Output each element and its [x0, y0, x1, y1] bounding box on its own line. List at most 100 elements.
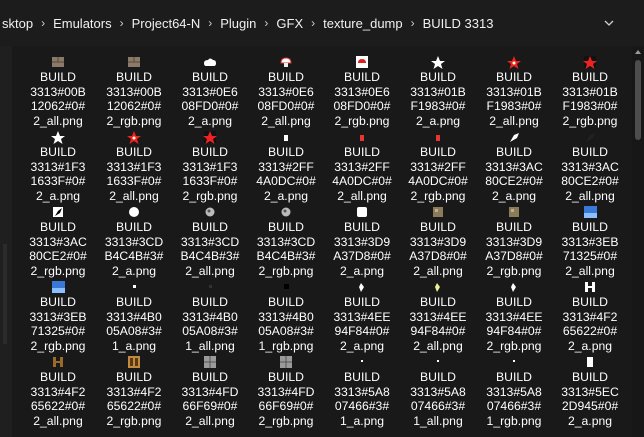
breadcrumb-item-gfx[interactable]: GFX: [274, 16, 305, 31]
file-name-line: 12062#0#: [106, 99, 162, 113]
file-item[interactable]: BUILD 3313#4F2 65622#0# 2_all.png: [20, 352, 96, 428]
chevron-right-icon[interactable]: ›: [35, 16, 51, 30]
breadcrumb-item-build[interactable]: BUILD 3313: [421, 16, 496, 31]
file-name-line: BUILD: [496, 295, 532, 309]
png-thumbnail-icon: [353, 355, 371, 369]
file-item[interactable]: BUILD 3313#3D9 A37D8#0# 2_rgb.png: [476, 202, 552, 278]
file-name-line: 3313#0E6: [334, 84, 390, 99]
chevron-right-icon[interactable]: ›: [405, 16, 421, 30]
file-name-line: 2_all.png: [565, 263, 615, 278]
file-item[interactable]: BUILD 3313#0E6 08FD0#0# 2_rgb.png: [324, 52, 400, 128]
file-name-line: 3313#5A8: [486, 384, 542, 399]
file-name-label: BUILD 3313#4F2 65622#0# 2_all.png: [20, 370, 96, 428]
file-name-line: 2_a.png: [187, 113, 233, 128]
file-item[interactable]: BUILD 3313#4EE 94F84#0# 2_a.png: [324, 277, 400, 353]
png-thumbnail-icon: [505, 355, 523, 369]
file-name-label: BUILD 3313#4B0 05A08#3# 1_a.png: [96, 295, 172, 353]
file-name-line: 3313#3D9: [409, 234, 467, 249]
file-name-line: BUILD: [40, 70, 76, 84]
address-bar[interactable]: sktop › Emulators › Project64-N › Plugin…: [0, 0, 644, 46]
file-name-line: BUILD: [116, 220, 152, 234]
png-thumbnail-icon: [201, 355, 219, 369]
vertical-scrollbar[interactable]: [632, 46, 644, 437]
file-item[interactable]: BUILD 3313#2FF 4A0DC#0# 2_all.png: [324, 127, 400, 203]
file-name-label: BUILD 3313#2FF 4A0DC#0# 2_rgb.png: [400, 145, 476, 203]
file-item[interactable]: BUILD 3313#1F3 1633F#0# 2_rgb.png: [172, 127, 248, 203]
file-item[interactable]: BUILD 3313#5A8 07466#3# 1_a.png: [324, 352, 400, 428]
file-name-line: F1983#0#: [410, 99, 466, 113]
file-name-line: 66F69#0#: [258, 399, 314, 413]
file-item[interactable]: BUILD 3313#2FF 4A0DC#0# 2_rgb.png: [400, 127, 476, 203]
file-name-line: 1633F#0#: [106, 174, 162, 188]
chevron-down-icon[interactable]: [604, 18, 614, 28]
file-name-line: 2_a.png: [491, 188, 537, 203]
scroll-up-arrow-icon[interactable]: [634, 48, 642, 56]
file-item[interactable]: BUILD 3313#4B0 05A08#3# 1_a.png: [96, 277, 172, 353]
file-item[interactable]: BUILD 3313#3AC 80CE2#0# 2_all.png: [552, 127, 628, 203]
file-name-label: BUILD 3313#5A8 07466#3# 1_a.png: [324, 370, 400, 428]
chevron-right-icon[interactable]: ›: [305, 16, 321, 30]
file-item[interactable]: BUILD 3313#4B0 05A08#3# 1_all.png: [172, 277, 248, 353]
file-item[interactable]: BUILD 3313#4FD 66F69#0# 2_all.png: [172, 352, 248, 428]
file-item[interactable]: BUILD 3313#4F2 65622#0# 2_rgb.png: [96, 352, 172, 428]
file-item[interactable]: BUILD 3313#3D9 A37D8#0# 2_all.png: [400, 202, 476, 278]
file-name-line: 3313#3EB: [29, 309, 87, 324]
file-name-line: F1983#0#: [562, 99, 618, 113]
file-item[interactable]: BUILD 3313#4EE 94F84#0# 2_all.png: [400, 277, 476, 353]
file-item[interactable]: BUILD 3313#00B 12062#0# 2_all.png: [20, 52, 96, 128]
file-item[interactable]: BUILD 3313#0E6 08FD0#0# 2_a.png: [172, 52, 248, 128]
breadcrumb-item-desktop[interactable]: sktop: [0, 16, 35, 31]
file-item[interactable]: BUILD 3313#4EE 94F84#0# 2_rgb.png: [476, 277, 552, 353]
file-item[interactable]: BUILD 3313#3EB 71325#0# 2_all.png: [552, 202, 628, 278]
file-item[interactable]: BUILD 3313#01B F1983#0# 2_rgb.png: [552, 52, 628, 128]
file-item[interactable]: BUILD 3313#3AC 80CE2#0# 2_rgb.png: [20, 202, 96, 278]
file-name-line: 3313#4EE: [485, 309, 543, 324]
file-name-label: BUILD 3313#5A8 07466#3# 1_rgb.png: [476, 370, 552, 428]
file-item[interactable]: BUILD 3313#3EB 71325#0# 2_rgb.png: [20, 277, 96, 353]
file-item[interactable]: BUILD 3313#2FF 4A0DC#0# 2_a.png: [248, 127, 324, 203]
file-name-line: 3313#00B: [106, 84, 162, 99]
file-item[interactable]: BUILD 3313#5A8 07466#3# 1_all.png: [400, 352, 476, 428]
png-thumbnail-icon: [353, 205, 371, 219]
file-item[interactable]: BUILD 3313#3CD B4C4B#3# 2_a.png: [96, 202, 172, 278]
chevron-right-icon[interactable]: ›: [114, 16, 130, 30]
file-item[interactable]: BUILD 3313#1F3 1633F#0# 2_a.png: [20, 127, 96, 203]
file-item[interactable]: BUILD 3313#3D9 A37D8#0# 2_a.png: [324, 202, 400, 278]
file-name-label: BUILD 3313#2FF 4A0DC#0# 2_all.png: [324, 145, 400, 203]
scrollbar-thumb[interactable]: [635, 60, 641, 140]
file-item[interactable]: BUILD 3313#01B F1983#0# 2_all.png: [476, 52, 552, 128]
file-item[interactable]: BUILD 3313#00B 12062#0# 2_rgb.png: [96, 52, 172, 128]
file-item[interactable]: BUILD 3313#4FD 66F69#0# 2_rgb.png: [248, 352, 324, 428]
file-item[interactable]: BUILD 3313#3CD B4C4B#3# 2_rgb.png: [248, 202, 324, 278]
file-item[interactable]: BUILD 3313#0E6 08FD0#0# 2_all.png: [248, 52, 324, 128]
file-item[interactable]: BUILD 3313#3AC 80CE2#0# 2_a.png: [476, 127, 552, 203]
file-name-line: BUILD: [116, 370, 152, 384]
file-item[interactable]: BUILD 3313#4F2 65622#0# 2_a.png: [552, 277, 628, 353]
file-name-line: BUILD: [496, 145, 532, 159]
file-name-line: B4C4B#3#: [104, 249, 164, 263]
chevron-right-icon[interactable]: ›: [202, 16, 218, 30]
file-item[interactable]: BUILD 3313#5A8 07466#3# 1_rgb.png: [476, 352, 552, 428]
breadcrumb-item-plugin[interactable]: Plugin: [218, 16, 258, 31]
chevron-right-icon[interactable]: ›: [258, 16, 274, 30]
file-name-line: 2_a.png: [339, 263, 385, 278]
png-thumbnail-icon: [49, 205, 67, 219]
file-name-line: 12062#0#: [30, 99, 86, 113]
file-name-label: BUILD 3313#3AC 80CE2#0# 2_a.png: [476, 145, 552, 203]
file-item[interactable]: BUILD 3313#01B F1983#0# 2_a.png: [400, 52, 476, 128]
file-name-line: 2_all.png: [565, 188, 615, 203]
file-name-line: 4A0DC#0#: [332, 174, 392, 188]
file-item[interactable]: BUILD 3313#3CD B4C4B#3# 2_all.png: [172, 202, 248, 278]
breadcrumb-item-emulators[interactable]: Emulators: [51, 16, 114, 31]
file-name-line: 3313#3D9: [485, 234, 543, 249]
file-item[interactable]: BUILD 3313#1F3 1633F#0# 2_all.png: [96, 127, 172, 203]
breadcrumb-item-texture-dump[interactable]: texture_dump: [321, 16, 405, 31]
breadcrumb-item-project64[interactable]: Project64-N: [130, 16, 203, 31]
file-name-line: 3313#4B0: [106, 309, 162, 324]
navigation-pane-edge[interactable]: [0, 46, 12, 437]
file-item[interactable]: BUILD 3313#4B0 05A08#3# 1_rgb.png: [248, 277, 324, 353]
file-name-label: BUILD 3313#3CD B4C4B#3# 2_rgb.png: [248, 220, 324, 278]
file-item[interactable]: BUILD 3313#5EC 2D945#0# 2_a.png: [552, 352, 628, 428]
file-name-line: BUILD: [40, 220, 76, 234]
file-name-line: 2_a.png: [35, 188, 81, 203]
